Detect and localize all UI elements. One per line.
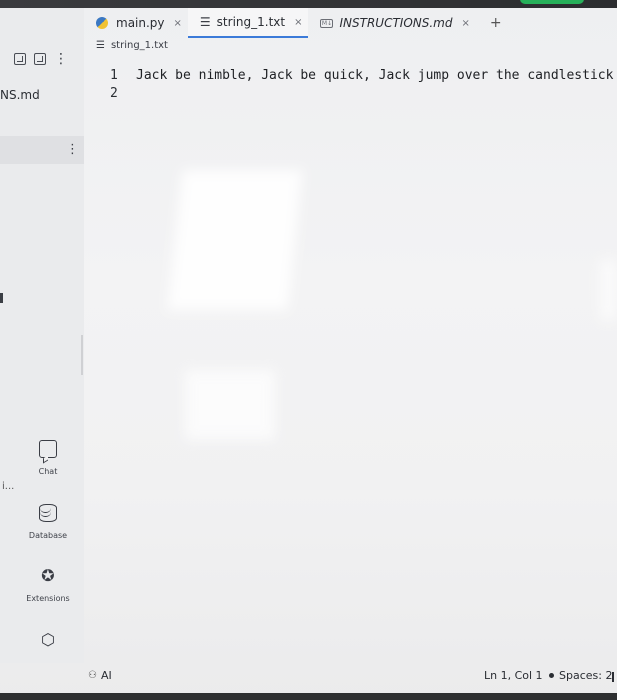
nav-chat-label: Chat <box>38 467 58 476</box>
close-icon[interactable]: × <box>294 17 302 28</box>
panel-menu-icon[interactable]: ⋮ <box>66 143 79 156</box>
screen: ⋮ NS.md ⋮ i... Chat Database ✪ Extension… <box>0 0 617 700</box>
screen-glare <box>600 260 617 320</box>
cursor-position[interactable]: Ln 1, Col 1 <box>484 669 543 682</box>
scrollbar-edge <box>612 672 614 682</box>
ai-icon: ⚇ <box>88 670 97 681</box>
indentation-setting[interactable]: Spaces: 2 <box>549 669 612 682</box>
file-tree-item[interactable]: NS.md <box>0 88 40 102</box>
database-icon <box>39 504 57 522</box>
text-file-icon: ☰ <box>96 40 105 51</box>
screen-glare <box>167 170 303 310</box>
nav-database-label: Database <box>28 531 68 540</box>
tab-label: main.py <box>116 16 165 30</box>
nav-extensions[interactable]: ✪ Extensions <box>22 566 74 604</box>
text-file-icon: ☰ <box>199 15 211 29</box>
chat-icon <box>39 440 57 458</box>
close-icon[interactable]: × <box>174 18 182 29</box>
tab-main-py[interactable]: main.py × <box>84 8 188 38</box>
tab-string-1-txt[interactable]: ☰ string_1.txt × <box>187 8 309 38</box>
file-tree-toolbar: ⋮ <box>14 52 68 66</box>
screen-glare <box>185 370 275 440</box>
tab-instructions-md[interactable]: M↓ INSTRUCTIONS.md × <box>308 8 475 38</box>
python-icon <box>96 17 108 29</box>
code-editor[interactable]: 1 Jack be nimble, Jack be quick, Jack ju… <box>100 66 613 102</box>
ai-label: AI <box>100 669 112 682</box>
window-edge <box>0 693 617 700</box>
truncated-label: i... <box>2 481 15 492</box>
more-options-icon[interactable]: ⋮ <box>54 52 68 66</box>
nav-chat[interactable]: Chat <box>22 440 74 476</box>
new-file-icon[interactable] <box>14 53 26 65</box>
cursor-marker <box>0 293 3 303</box>
nav-packages[interactable]: ⬡ <box>22 631 74 658</box>
code-line: 1 Jack be nimble, Jack be quick, Jack ju… <box>100 66 613 84</box>
breadcrumb-file[interactable]: string_1.txt <box>111 40 168 51</box>
line-text[interactable]: Jack be nimble, Jack be quick, Jack jump… <box>128 68 613 83</box>
ai-toggle[interactable]: ⚇ AI <box>88 669 112 682</box>
new-tab-button[interactable]: + <box>490 15 502 31</box>
new-folder-icon[interactable] <box>34 53 46 65</box>
line-number: 2 <box>110 85 118 101</box>
tab-label: string_1.txt <box>216 15 286 29</box>
status-bar: ⚇ AI Ln 1, Col 1 Spaces: 2 <box>84 663 617 693</box>
panel-header: ⋮ <box>0 136 84 164</box>
tab-bar: main.py × ☰ string_1.txt × M↓ INSTRUCTIO… <box>84 8 617 38</box>
left-panel: ⋮ NS.md ⋮ i... Chat Database ✪ Extension… <box>0 8 84 663</box>
extensions-icon: ✪ <box>41 566 55 585</box>
nav-database[interactable]: Database <box>22 504 74 540</box>
line-number: 1 <box>110 67 118 83</box>
package-icon: ⬡ <box>41 630 55 649</box>
panel-resize-handle[interactable] <box>81 335 83 375</box>
markdown-icon: M↓ <box>320 18 334 28</box>
nav-extensions-label: Extensions <box>26 594 70 603</box>
breadcrumb: ☰ string_1.txt <box>96 40 168 51</box>
bullet-icon <box>549 673 554 678</box>
spaces-label: Spaces: 2 <box>559 669 613 682</box>
tab-label: INSTRUCTIONS.md <box>339 16 453 30</box>
close-icon[interactable]: × <box>461 18 469 29</box>
run-button-edge[interactable] <box>520 0 584 4</box>
code-line: 2 <box>100 84 613 102</box>
